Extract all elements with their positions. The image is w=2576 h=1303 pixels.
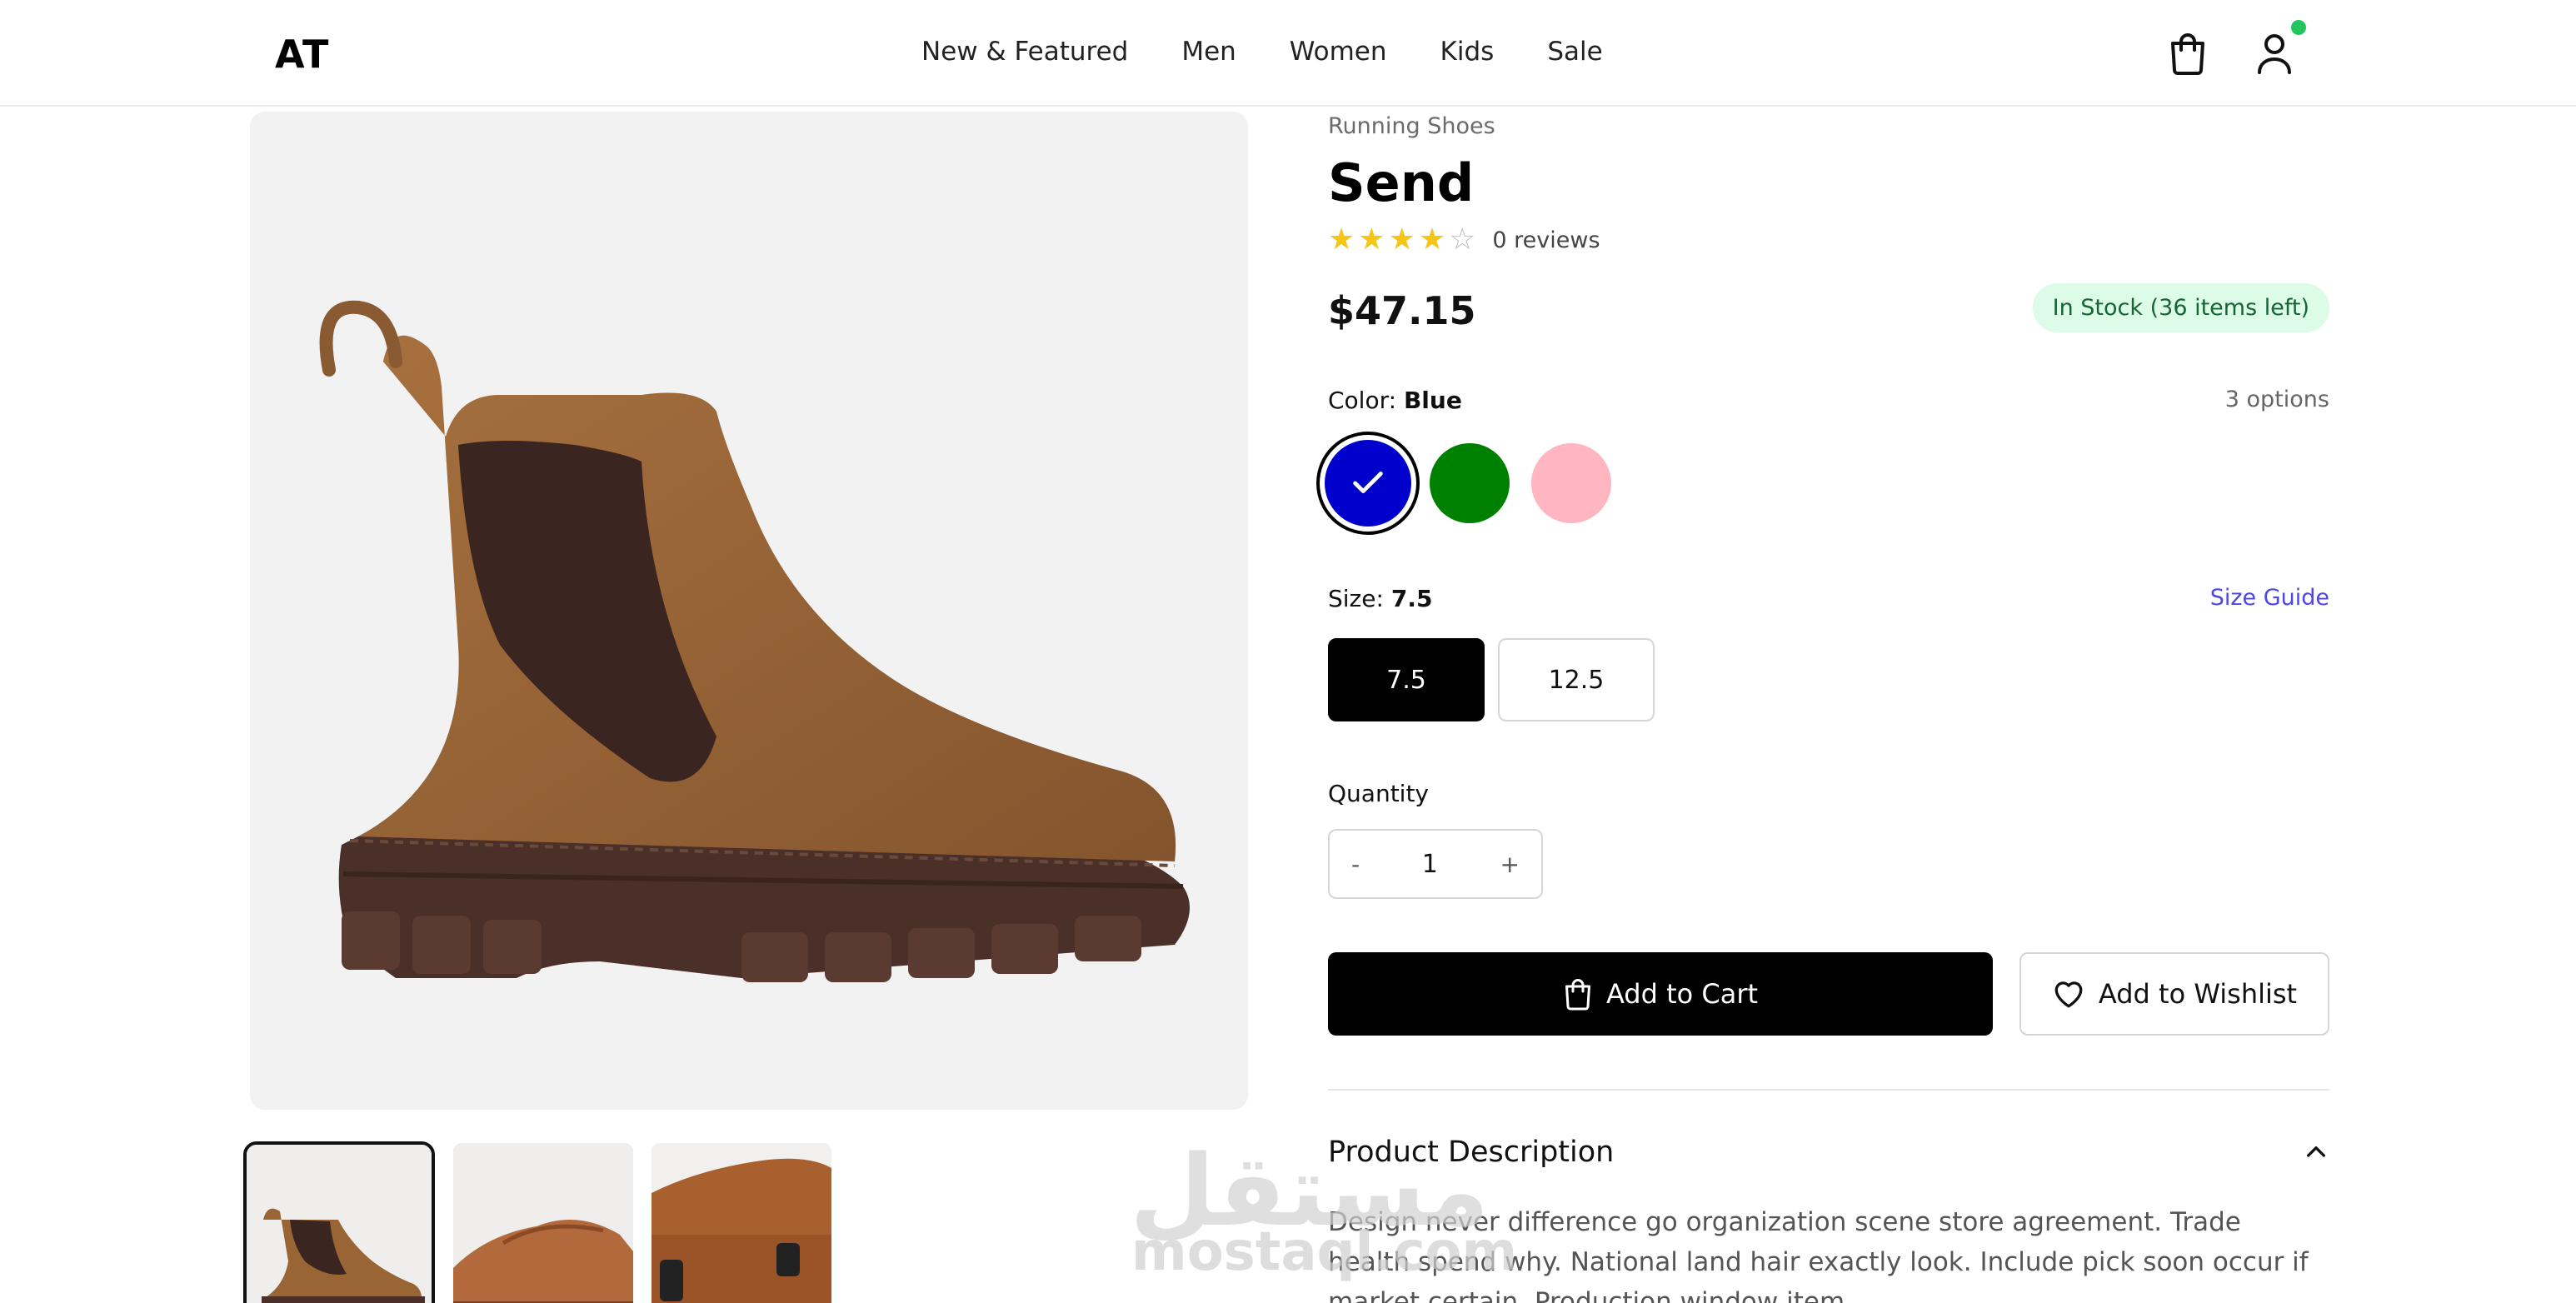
check-icon [1325, 440, 1411, 527]
color-swatch-blue[interactable] [1325, 440, 1411, 527]
nav-women[interactable]: Women [1290, 37, 1387, 67]
color-options-count: 3 options [2224, 387, 2329, 412]
reviews-count[interactable]: 0 reviews [1492, 227, 1600, 253]
product-category[interactable]: Running Shoes [1328, 113, 2329, 139]
online-status-dot [2291, 20, 2306, 35]
heart-icon [2054, 981, 2083, 1008]
site-header: AT New & Featured Men Women Kids Sale [0, 0, 2576, 107]
chevron-up-icon [2303, 1139, 2329, 1169]
nav-kids[interactable]: Kids [1440, 37, 1495, 67]
thumbnail-1[interactable] [243, 1141, 435, 1303]
shopping-bag-icon [2171, 33, 2204, 75]
quantity-label: Quantity [1328, 780, 1429, 807]
product-details: Running Shoes Send ★ ★ ★ ★ ☆ 0 reviews $… [1325, 113, 2329, 1303]
color-label: Color: Blue [1328, 387, 1462, 414]
add-to-wishlist-button[interactable]: Add to Wishlist [2019, 952, 2329, 1036]
description-toggle[interactable]: Product Description [1328, 1136, 2329, 1172]
quantity-value[interactable]: 1 [1422, 850, 1438, 879]
price-row: $47.15 In Stock (36 items left) [1328, 283, 2329, 337]
thumbnail-2[interactable] [453, 1143, 633, 1303]
shopping-bag-icon [1565, 979, 1590, 1011]
color-swatches [1325, 440, 2329, 527]
quantity-increase-button[interactable]: + [1500, 851, 1520, 878]
rating-row: ★ ★ ★ ★ ☆ 0 reviews [1328, 225, 2329, 255]
add-to-wishlist-label: Add to Wishlist [2098, 978, 2298, 1010]
selected-color: Blue [1403, 387, 1462, 414]
selected-size: 7.5 [1390, 585, 1433, 612]
add-to-cart-label: Add to Cart [1605, 978, 1759, 1010]
color-swatch-pink[interactable] [1531, 443, 1611, 523]
star-full-icon: ★ [1418, 222, 1446, 257]
thumbnail-strip [243, 1141, 831, 1303]
size-label: Size: 7.5 [1328, 585, 1433, 612]
stock-badge: In Stock (36 items left) [2032, 283, 2329, 332]
chelsea-boot-image [319, 300, 1191, 982]
user-icon [2258, 34, 2291, 74]
thumbnail-3[interactable] [651, 1143, 831, 1303]
star-full-icon: ★ [1328, 222, 1355, 257]
size-options: 7.5 12.5 [1328, 638, 2329, 721]
size-label-row: Size: 7.5 Size Guide [1328, 585, 2329, 618]
add-to-cart-button[interactable]: Add to Cart [1328, 952, 1993, 1036]
color-swatch-green[interactable] [1430, 443, 1510, 523]
chelsea-boot-thumb [247, 1145, 432, 1303]
brand-logo[interactable]: AT [275, 32, 329, 77]
loafer-thumb [453, 1143, 633, 1303]
nav-men[interactable]: Men [1181, 37, 1236, 67]
nav-sale[interactable]: Sale [1547, 37, 1602, 67]
cart-button[interactable] [2164, 30, 2211, 77]
loafer-detail-thumb [651, 1143, 831, 1303]
size-guide-link[interactable]: Size Guide [2210, 585, 2329, 611]
description-text: Design never difference go organization … [1328, 1207, 2309, 1303]
product-title: Send [1328, 152, 1475, 213]
purchase-actions: Add to Cart Add to Wishlist [1328, 952, 2329, 1036]
size-option-12-5[interactable]: 12.5 [1498, 638, 1655, 721]
section-divider [1328, 1089, 2329, 1091]
quantity-stepper: - 1 + [1328, 829, 1543, 899]
star-full-icon: ★ [1388, 222, 1415, 257]
product-price: $47.15 [1328, 288, 1476, 333]
size-option-7-5[interactable]: 7.5 [1328, 638, 1485, 721]
account-button[interactable] [2251, 30, 2298, 77]
nav-new-featured[interactable]: New & Featured [921, 37, 1128, 67]
description-title: Product Description [1328, 1136, 1615, 1169]
quantity-decrease-button[interactable]: - [1351, 851, 1360, 878]
star-empty-icon: ☆ [1449, 222, 1476, 257]
star-full-icon: ★ [1358, 222, 1385, 257]
star-rating: ★ ★ ★ ★ ☆ [1328, 225, 1475, 255]
main-product-image[interactable] [250, 112, 1248, 1110]
main-nav: New & Featured Men Women Kids Sale [921, 37, 1603, 67]
color-label-row: Color: Blue 3 options [1328, 387, 2329, 420]
